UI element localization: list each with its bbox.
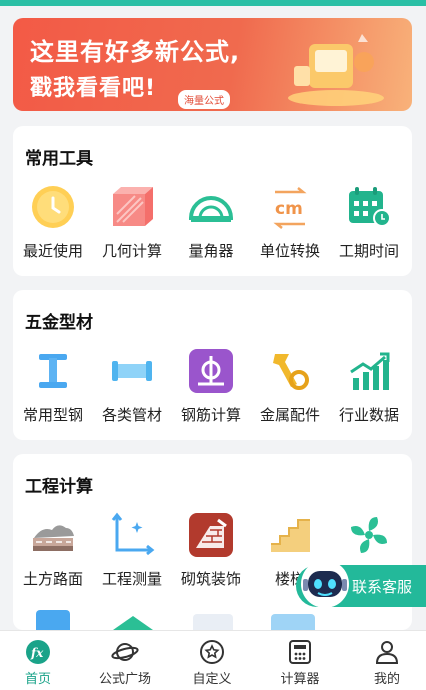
tool-label: 各类管材 — [101, 406, 162, 424]
top-status-strip — [0, 0, 426, 6]
tool-label: 土方路面 — [22, 570, 83, 588]
stairs-icon — [267, 512, 313, 558]
calendar-icon — [346, 184, 392, 230]
cube-icon — [109, 184, 155, 230]
tool-label: 工程测量 — [101, 570, 162, 588]
clock-icon — [30, 184, 76, 230]
bar-chart-icon — [346, 348, 392, 394]
calculator-icon — [260, 639, 340, 665]
svg-text:cm: cm — [275, 199, 303, 219]
fx-icon: fx — [0, 639, 78, 665]
bottom-navigation: fx 首页 公式广场 自定义 计算器 我的 — [0, 630, 426, 690]
nav-label: 自定义 — [192, 672, 232, 687]
hardware-icon — [267, 348, 313, 394]
section-title: 工程计算 — [25, 477, 93, 497]
section-title: 常用工具 — [25, 149, 93, 169]
tool-label: 钢筋计算 — [180, 406, 241, 424]
tool-survey[interactable]: 工程测量 — [92, 512, 172, 589]
road-icon — [30, 512, 76, 558]
partial-row-item[interactable] — [271, 614, 315, 630]
section-title: 五金型材 — [25, 313, 93, 333]
nav-calculator[interactable]: 计算器 — [260, 639, 340, 687]
i-beam-icon — [30, 348, 76, 394]
partial-row-item[interactable] — [193, 614, 233, 630]
star-badge-icon — [172, 639, 252, 665]
tool-schedule[interactable]: 工期时间 — [329, 184, 409, 261]
tool-protractor[interactable]: 量角器 — [171, 184, 251, 261]
banner-headline: 这里有好多新公式, — [30, 38, 241, 66]
tool-label: 几何计算 — [101, 242, 162, 260]
brick-icon — [188, 512, 234, 558]
partial-row-item[interactable] — [113, 616, 153, 630]
contact-service-label: 联系客服 — [352, 578, 413, 596]
banner-illustration — [288, 34, 384, 106]
nav-label: 计算器 — [280, 672, 320, 687]
tool-masonry[interactable]: 砌筑装饰 — [171, 512, 251, 589]
tool-label: 砌筑装饰 — [180, 570, 241, 588]
fan-icon — [346, 512, 392, 558]
section-common-tools: 常用工具 最近使用 几何计算 量角器 cm 单位转换 工期时间 — [13, 126, 412, 276]
partial-row-item[interactable] — [36, 610, 70, 630]
nav-profile[interactable]: 我的 — [347, 639, 426, 687]
tool-label: 常用型钢 — [22, 406, 83, 424]
measure-icon — [109, 512, 155, 558]
tool-metal-parts[interactable]: 金属配件 — [250, 348, 330, 425]
tool-geometry[interactable]: 几何计算 — [92, 184, 172, 261]
nav-custom[interactable]: 自定义 — [172, 639, 252, 687]
tool-label: 单位转换 — [259, 242, 320, 260]
contact-service-button[interactable]: 联系客服 — [296, 560, 426, 608]
robot-avatar-icon — [301, 560, 349, 608]
user-icon — [347, 639, 426, 665]
nav-label: 我的 — [373, 672, 400, 687]
pipe-icon — [109, 348, 155, 394]
promo-banner[interactable]: 这里有好多新公式, 戳我看看吧! 海量公式 — [13, 18, 412, 111]
tool-label: 最近使用 — [22, 242, 83, 260]
tool-rebar[interactable]: 钢筋计算 — [171, 348, 251, 425]
banner-tag: 海量公式 — [178, 90, 230, 109]
tool-industry-data[interactable]: 行业数据 — [329, 348, 409, 425]
nav-formula-square[interactable]: 公式广场 — [85, 639, 165, 687]
tool-label: 行业数据 — [338, 406, 399, 424]
banner-subline: 戳我看看吧! — [30, 76, 157, 101]
section-hardware: 五金型材 常用型钢 各类管材 钢筋计算 金属配件 行业数据 — [13, 290, 412, 440]
tool-earthwork[interactable]: 土方路面 — [13, 512, 93, 589]
tool-steel-section[interactable]: 常用型钢 — [13, 348, 93, 425]
nav-label: 首页 — [24, 672, 51, 687]
tool-unit-convert[interactable]: cm 单位转换 — [250, 184, 330, 261]
protractor-icon — [188, 184, 234, 230]
nav-home[interactable]: fx 首页 — [0, 639, 78, 687]
tool-label: 量角器 — [188, 242, 234, 260]
tool-recent[interactable]: 最近使用 — [13, 184, 93, 261]
unit-convert-icon: cm — [267, 184, 313, 230]
nav-label: 公式广场 — [98, 672, 151, 687]
planet-icon — [85, 639, 165, 665]
tool-pipes[interactable]: 各类管材 — [92, 348, 172, 425]
svg-text:fx: fx — [30, 646, 44, 660]
tool-label: 工期时间 — [338, 242, 399, 260]
tool-label: 金属配件 — [259, 406, 320, 424]
rebar-icon — [188, 348, 234, 394]
